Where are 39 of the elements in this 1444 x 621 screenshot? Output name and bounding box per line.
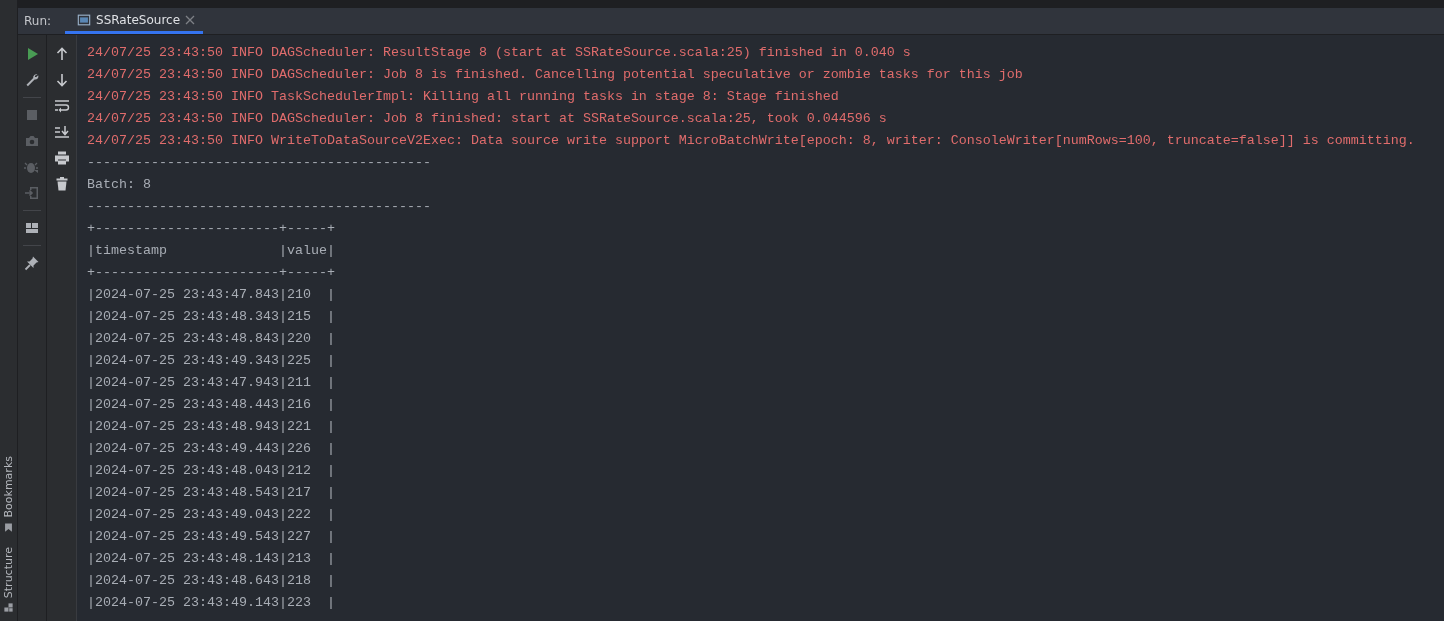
wrench-icon[interactable]	[24, 72, 40, 88]
console-line: |2024-07-25 23:43:47.943|211 |	[87, 374, 335, 392]
console-line: -------------------------------------------	[87, 154, 431, 172]
console-line: |2024-07-25 23:43:48.043|212 |	[87, 462, 335, 480]
console-line: +-----------------------+-----+	[87, 264, 335, 282]
tool-window-label[interactable]: Structure	[2, 546, 15, 598]
bookmark-icon[interactable]	[3, 521, 14, 533]
close-icon[interactable]	[185, 14, 196, 25]
pin-icon[interactable]	[24, 255, 40, 271]
console-line: +-----------------------+-----+	[87, 220, 335, 238]
tool-window-label[interactable]: Bookmarks	[2, 456, 15, 518]
soft-wrap-icon[interactable]	[53, 98, 70, 114]
console-line: -------------------------------------------	[87, 198, 431, 216]
console-line: 24/07/25 23:43:50 INFO DAGScheduler: Job 8 is finished. Cancelling potential speculative or zombie tasks for this job	[87, 66, 1023, 84]
console-line: |2024-07-25 23:43:49.343|225 |	[87, 352, 335, 370]
console-line: |2024-07-25 23:43:48.443|216 |	[87, 396, 335, 414]
console-line: |timestamp |value|	[87, 242, 335, 260]
console-line: |2024-07-25 23:43:48.143|213 |	[87, 550, 335, 568]
console-line: Batch: 8	[87, 176, 151, 194]
console-line: 24/07/25 23:43:50 INFO DAGScheduler: ResultStage 8 (start at SSRateSource.scala:25) finished in 0.040 s	[87, 44, 911, 62]
console-line: |2024-07-25 23:43:48.343|215 |	[87, 308, 335, 326]
console-line: |2024-07-25 23:43:48.643|218 |	[87, 572, 335, 590]
scroll-to-end-icon[interactable]	[53, 124, 70, 140]
console-line: 24/07/25 23:43:50 INFO DAGScheduler: Job 8 finished: start at SSRateSource.scala:25, took 0.044596 s	[87, 110, 887, 128]
console-line: |2024-07-25 23:43:49.143|223 |	[87, 594, 335, 612]
console-line: 24/07/25 23:43:50 INFO WriteToDataSourceV2Exec: Data source write support MicroBatchWrite[epoch: 8, writer: ConsoleWriter[numRows=100, truncate=false]] is committing.	[87, 132, 1415, 150]
layout-icon[interactable]	[24, 220, 40, 236]
console-icon	[77, 12, 92, 27]
console-line: |2024-07-25 23:43:49.043|222 |	[87, 506, 335, 524]
panel-label: Run:	[24, 14, 52, 28]
console-line: |2024-07-25 23:43:48.543|217 |	[87, 484, 335, 502]
console-line: |2024-07-25 23:43:48.843|220 |	[87, 330, 335, 348]
console-line: |2024-07-25 23:43:48.943|221 |	[87, 418, 335, 436]
console-line: |2024-07-25 23:43:49.443|226 |	[87, 440, 335, 458]
printer-icon[interactable]	[53, 150, 70, 166]
console-line: |2024-07-25 23:43:47.843|210 |	[87, 286, 335, 304]
console-line: 24/07/25 23:43:50 INFO TaskSchedulerImpl: Killing all running tasks in stage 8: Stage finished	[87, 88, 839, 106]
console-line: |2024-07-25 23:43:49.543|227 |	[87, 528, 335, 546]
structure-icon[interactable]	[3, 602, 14, 613]
